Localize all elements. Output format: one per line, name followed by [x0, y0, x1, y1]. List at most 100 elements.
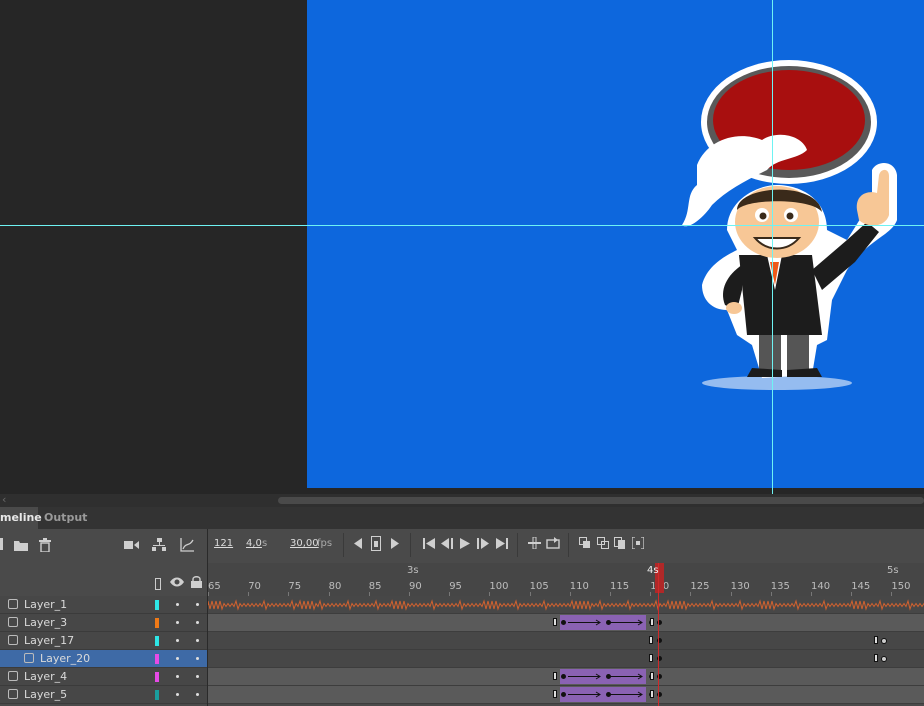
motion-tween-span[interactable] [560, 615, 646, 630]
keyframe-hollow[interactable] [649, 636, 653, 644]
eye-icon[interactable] [170, 577, 184, 587]
layer-color-swatch[interactable] [155, 654, 159, 664]
layer-name[interactable]: Layer_20 [40, 652, 90, 665]
lock-icon[interactable] [191, 576, 202, 588]
keyframe[interactable] [561, 692, 566, 697]
prev-keyframe-icon[interactable] [354, 538, 362, 549]
layer-icon[interactable] [24, 653, 34, 663]
parenting-icon[interactable] [152, 538, 166, 552]
businessman-character[interactable] [307, 0, 924, 488]
edit-multiple-frames-icon[interactable] [614, 537, 626, 549]
new-layer-icon[interactable] [0, 538, 3, 550]
visibility-dot[interactable] [176, 603, 179, 606]
horizontal-guide[interactable] [0, 225, 924, 226]
layer-row[interactable]: Layer_20 [0, 650, 207, 668]
keyframe-hollow[interactable] [874, 654, 878, 662]
frame-row[interactable] [208, 632, 924, 650]
layer-row[interactable]: Layer_4 [0, 668, 207, 686]
keyframe-hollow[interactable] [553, 672, 557, 680]
frame-row[interactable] [208, 686, 924, 704]
stage-horizontal-scrollbar[interactable]: ‹ [0, 493, 924, 507]
layer-color-swatch[interactable] [155, 636, 159, 646]
layer-name[interactable]: Layer_17 [24, 634, 74, 647]
keyframe-hollow[interactable] [649, 654, 653, 662]
layer-icon[interactable] [8, 689, 18, 699]
tab-timeline[interactable]: meline [0, 507, 42, 529]
visibility-dot[interactable] [176, 693, 179, 696]
modify-markers-icon[interactable] [632, 537, 644, 549]
onion-skin-outlines-icon[interactable] [597, 537, 609, 549]
keyframe[interactable] [606, 674, 611, 679]
keyframe[interactable] [606, 620, 611, 625]
motion-tween-span[interactable] [560, 687, 646, 702]
lock-dot[interactable] [196, 657, 199, 660]
ruler-frame-label: 115 [610, 581, 630, 592]
keyframe-hollow[interactable] [553, 618, 557, 626]
tab-output[interactable]: Output [44, 507, 88, 529]
playhead[interactable] [655, 563, 664, 706]
lock-dot[interactable] [196, 675, 199, 678]
keyframe-hollow[interactable] [650, 672, 654, 680]
visibility-dot[interactable] [176, 621, 179, 624]
current-time-field[interactable]: 4,0 [246, 538, 262, 549]
keyframe-hollow[interactable] [650, 618, 654, 626]
layer-color-swatch[interactable] [155, 690, 159, 700]
frame-row[interactable] [208, 668, 924, 686]
vertical-guide[interactable] [772, 0, 773, 494]
layer-row[interactable]: Layer_1 [0, 596, 207, 614]
graph-icon[interactable] [180, 538, 194, 552]
keyframe[interactable] [561, 674, 566, 679]
step-back-icon[interactable] [441, 538, 453, 549]
layer-color-swatch[interactable] [155, 672, 159, 682]
empty-keyframe[interactable] [881, 656, 887, 662]
delete-icon[interactable] [39, 538, 51, 552]
layer-row[interactable]: Layer_17 [0, 632, 207, 650]
center-frame-icon[interactable] [528, 537, 541, 549]
camera-icon[interactable] [124, 540, 139, 550]
play-icon[interactable] [460, 538, 470, 549]
frame-row[interactable] [208, 614, 924, 632]
scrollbar-thumb[interactable] [278, 497, 924, 504]
go-to-last-icon[interactable] [496, 538, 508, 549]
loop-icon[interactable] [546, 537, 560, 549]
lock-dot[interactable] [196, 603, 199, 606]
visibility-dot[interactable] [176, 657, 179, 660]
stage-canvas[interactable] [307, 0, 924, 488]
layer-icon[interactable] [8, 671, 18, 681]
current-frame-field[interactable]: 121 [214, 538, 233, 549]
layer-color-swatch[interactable] [155, 600, 159, 610]
next-keyframe-icon[interactable] [391, 538, 399, 549]
layer-row[interactable]: Layer_5 [0, 686, 207, 704]
keyframe-hollow[interactable] [553, 690, 557, 698]
lock-dot[interactable] [196, 693, 199, 696]
layer-icon[interactable] [8, 617, 18, 627]
go-to-first-icon[interactable] [423, 538, 435, 549]
layer-name[interactable]: Layer_5 [24, 688, 67, 701]
motion-tween-span[interactable] [560, 669, 646, 684]
frame-row[interactable] [208, 650, 924, 668]
frame-row[interactable] [208, 596, 924, 614]
layer-row[interactable]: Layer_3 [0, 614, 207, 632]
visibility-dot[interactable] [176, 639, 179, 642]
layer-color-swatch[interactable] [155, 618, 159, 628]
keyframe[interactable] [561, 620, 566, 625]
keyframe-hollow[interactable] [874, 636, 878, 644]
scroll-left-icon[interactable]: ‹ [2, 493, 6, 506]
parent-layer-icon[interactable] [8, 635, 18, 645]
layer-name[interactable]: Layer_3 [24, 616, 67, 629]
insert-keyframe-icon[interactable] [371, 536, 381, 551]
lock-dot[interactable] [196, 621, 199, 624]
keyframe-hollow[interactable] [650, 690, 654, 698]
onion-skin-icon[interactable] [579, 537, 591, 549]
layer-icon[interactable] [8, 599, 18, 609]
fps-field[interactable]: 30,00 [290, 538, 319, 549]
visibility-dot[interactable] [176, 675, 179, 678]
empty-keyframe[interactable] [881, 638, 887, 644]
layer-name[interactable]: Layer_1 [24, 598, 67, 611]
step-forward-icon[interactable] [477, 538, 489, 549]
layer-name[interactable]: Layer_4 [24, 670, 67, 683]
lock-dot[interactable] [196, 639, 199, 642]
new-folder-icon[interactable] [14, 539, 28, 551]
keyframe[interactable] [606, 692, 611, 697]
outline-icon[interactable] [155, 578, 161, 590]
